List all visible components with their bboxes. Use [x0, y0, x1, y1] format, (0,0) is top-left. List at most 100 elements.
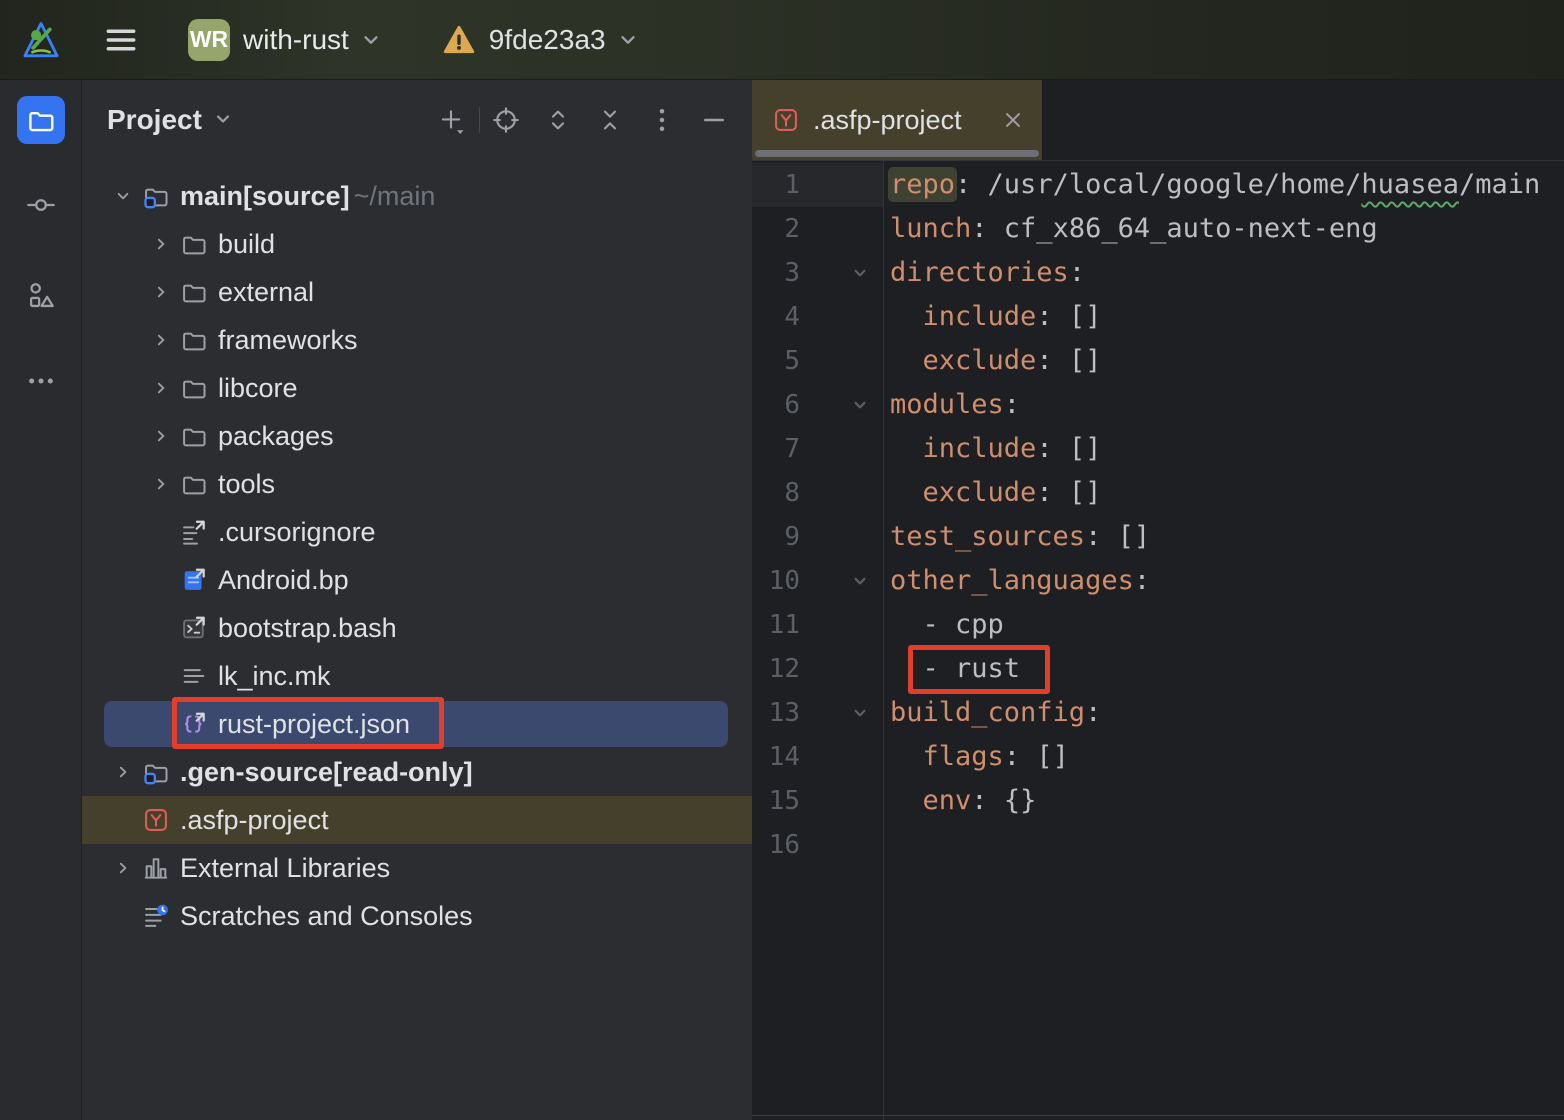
code-token: :: [955, 169, 988, 200]
code-line-7[interactable]: 7 include: []: [752, 427, 1564, 471]
code-line-8[interactable]: 8 exclude: []: [752, 471, 1564, 515]
project-selector[interactable]: WR with-rust: [188, 19, 384, 61]
tool-stripe-project-button[interactable]: [17, 96, 65, 144]
code-token: [890, 477, 923, 508]
hide-panel-button[interactable]: [696, 102, 732, 138]
tree-row-main[interactable]: main [source] ~/main: [82, 172, 752, 220]
code-line-9[interactable]: 9test_sources: []: [752, 515, 1564, 559]
code-line-6[interactable]: 6modules:: [752, 383, 1564, 427]
code-line-5[interactable]: 5 exclude: []: [752, 339, 1564, 383]
panel-options-button[interactable]: [644, 102, 680, 138]
main-toolbar: WR with-rust 9fde23a3: [0, 0, 1564, 80]
tree-row-frameworks[interactable]: frameworks: [82, 316, 752, 364]
code-line-16[interactable]: 16: [752, 823, 1564, 867]
code-token: []: [1069, 477, 1102, 508]
chevron-right-icon[interactable]: [144, 275, 178, 309]
tree-row-rust-project-json[interactable]: rust-project.json: [82, 700, 752, 748]
project-badge: WR: [188, 19, 230, 61]
code-token: [890, 741, 923, 772]
add-button[interactable]: [433, 102, 469, 138]
code-line-15[interactable]: 15 env: {}: [752, 779, 1564, 823]
tab-asfp-project[interactable]: .asfp-project: [752, 80, 1042, 160]
tree-row-external-libraries[interactable]: External Libraries: [82, 844, 752, 892]
tree-row-build[interactable]: build: [82, 220, 752, 268]
project-view-selector[interactable]: Project: [107, 104, 237, 136]
chevron-right-icon[interactable]: [144, 323, 178, 357]
code-token: :: [1134, 565, 1150, 596]
chevron-right-icon[interactable]: [144, 371, 178, 405]
editor-pane: .asfp-project 1repo: /usr/local/google/h…: [752, 80, 1564, 1120]
tree-row-scratches-and-consoles[interactable]: Scratches and Consoles: [82, 892, 752, 940]
line-number: 9: [752, 515, 800, 559]
folder-icon: [178, 372, 210, 404]
code-line-10[interactable]: 10other_languages:: [752, 559, 1564, 603]
libraries-icon: [140, 852, 172, 884]
code-line-1[interactable]: 1repo: /usr/local/google/home/huasea/mai…: [752, 163, 1564, 207]
code-line-4[interactable]: 4 include: []: [752, 295, 1564, 339]
tool-window-stripe: [0, 80, 82, 1120]
fold-chevron-icon[interactable]: [844, 383, 876, 427]
code-line-2[interactable]: 2lunch: cf_x86_64_auto-next-eng: [752, 207, 1564, 251]
code-token: []: [1118, 521, 1151, 552]
chevron-right-icon[interactable]: [106, 851, 140, 885]
folder-icon: [178, 324, 210, 356]
fold-chevron-icon[interactable]: [844, 691, 876, 735]
bash-icon: [178, 612, 210, 644]
tool-stripe-commit-button[interactable]: [17, 181, 65, 229]
project-tool-window: Project main [source] ~/mainbuildexterna…: [82, 80, 752, 1120]
code-line-text: - cpp: [883, 603, 1004, 647]
expand-all-button[interactable]: [540, 102, 576, 138]
tree-row-gen-source[interactable]: .gen-source [read-only]: [82, 748, 752, 796]
code-line-12[interactable]: 12 - rust: [752, 647, 1564, 691]
chevron-right-icon[interactable]: [144, 227, 178, 261]
tree-row-asfp-project[interactable]: .asfp-project: [82, 796, 752, 844]
editor-bottom-border: [752, 1115, 1564, 1116]
line-number: 6: [752, 383, 800, 427]
chevron-right-icon[interactable]: [106, 755, 140, 789]
tree-row-tools[interactable]: tools: [82, 460, 752, 508]
code-token: []: [1069, 433, 1102, 464]
fold-chevron-icon[interactable]: [844, 251, 876, 295]
code-line-14[interactable]: 14 flags: []: [752, 735, 1564, 779]
close-icon[interactable]: [1000, 107, 1026, 133]
gutter: 5: [752, 339, 883, 383]
chevron-right-icon[interactable]: [144, 419, 178, 453]
tree-row-external[interactable]: external: [82, 268, 752, 316]
code-line-11[interactable]: 11 - cpp: [752, 603, 1564, 647]
project-name: with-rust: [243, 24, 349, 56]
gutter: 15: [752, 779, 883, 823]
locate-file-button[interactable]: [488, 102, 524, 138]
tree-row-bootstrap-bash[interactable]: bootstrap.bash: [82, 604, 752, 652]
code-token: [890, 301, 923, 332]
tool-stripe-more-tool-windows-button[interactable]: [17, 357, 65, 405]
tree-item-label: bootstrap.bash: [218, 613, 397, 644]
tree-row-lk-inc-mk[interactable]: lk_inc.mk: [82, 652, 752, 700]
folder-source-icon: [140, 756, 172, 788]
code-line-text: include: []: [883, 427, 1101, 471]
line-number: 7: [752, 427, 800, 471]
chevron-down-icon[interactable]: [106, 179, 140, 213]
tree-row-packages[interactable]: packages: [82, 412, 752, 460]
commit-icon: [25, 189, 57, 221]
vcs-branch-selector[interactable]: 9fde23a3: [442, 23, 641, 57]
editor-tab-bar: .asfp-project: [752, 80, 1564, 161]
chevron-spacer: [144, 659, 178, 693]
yaml-key-token: exclude: [923, 477, 1037, 508]
code-line-13[interactable]: 13build_config:: [752, 691, 1564, 735]
main-menu-button[interactable]: [102, 21, 140, 59]
tool-stripe-structure-button[interactable]: [17, 271, 65, 319]
tree-item-label: rust-project.json: [218, 709, 410, 740]
chevron-spacer: [144, 563, 178, 597]
tree-row-android-bp[interactable]: Android.bp: [82, 556, 752, 604]
code-editor[interactable]: 1repo: /usr/local/google/home/huasea/mai…: [752, 161, 1564, 867]
tree-row-libcore[interactable]: libcore: [82, 364, 752, 412]
json-link-icon: [178, 708, 210, 740]
annotated-code-token: - rust: [923, 653, 1021, 684]
collapse-all-button[interactable]: [592, 102, 628, 138]
fold-chevron-icon[interactable]: [844, 559, 876, 603]
code-line-3[interactable]: 3directories:: [752, 251, 1564, 295]
chevron-right-icon[interactable]: [144, 467, 178, 501]
yaml-icon: [140, 804, 172, 836]
tree-item-path: ~/main: [354, 181, 436, 212]
tree-row-cursorignore[interactable]: .cursorignore: [82, 508, 752, 556]
